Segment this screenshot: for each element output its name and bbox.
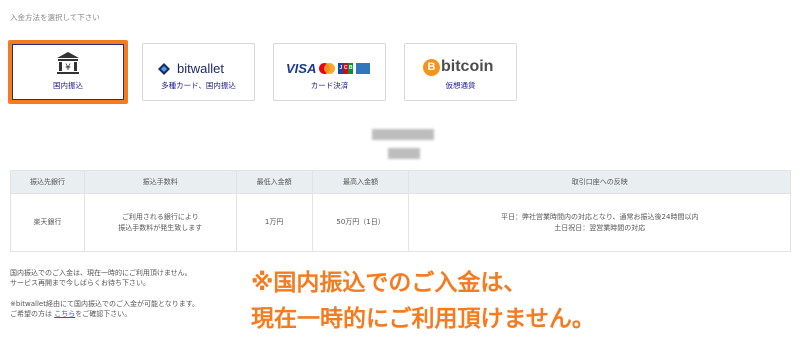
- cell-max: 50万円（1日）: [311, 193, 410, 252]
- note-line-4-suffix: をご確認下さい。: [75, 310, 132, 318]
- header-min-deposit: 最低入金額: [235, 170, 313, 194]
- bitcoin-logo: B bitcoin: [423, 58, 493, 76]
- deposit-info-table: 振込先銀行 振込手数料 最低入金額 最高入金額 取引口座への反映 楽天銀行 ご利…: [10, 170, 791, 252]
- bitcoin-logo-text: bitcoin: [441, 58, 494, 75]
- reflection-line-2: 土日祝日：翌営業時間の対応: [554, 223, 646, 232]
- bitwallet-info-link[interactable]: こちら: [54, 310, 75, 318]
- method-bitwallet[interactable]: bitwallet 多種カード、国内振込: [142, 43, 255, 101]
- visa-logo: VISA: [286, 61, 317, 76]
- yen-glyph: ¥: [65, 63, 71, 73]
- method-bitwallet-label: 多種カード、国内振込: [161, 81, 236, 90]
- payment-method-instruction: 入金方法を選択して下さい: [10, 13, 100, 22]
- method-bank-transfer[interactable]: ¥ 国内振込: [8, 40, 128, 104]
- fee-line-2: 振込手数料が発生致します: [118, 223, 203, 232]
- note-line-4: ご希望の方は こちらをご確認下さい。: [10, 309, 199, 319]
- bank-icon: ¥: [57, 52, 79, 74]
- note-line-3: ※bitwallet経由にて国内振込でのご入金が可能となります。: [10, 300, 200, 308]
- header-transfer-fee: 振込手数料: [83, 170, 237, 194]
- method-bitcoin-label: 仮想通貨: [445, 81, 476, 90]
- fee-line-1: ご利用される銀行により: [121, 212, 199, 221]
- bitwallet-logo: bitwallet: [157, 61, 224, 76]
- method-card-label: カード決済: [310, 81, 349, 90]
- jcb-letter-b: B: [348, 63, 354, 74]
- reflection-line-1: 平日：弊社営業時間内の対応となり、通常お振込後24時間以内: [501, 212, 699, 221]
- cell-bank: 楽天銀行: [10, 193, 85, 252]
- notice-line-2: 現在一時的にご利用頂けません。: [251, 306, 595, 332]
- cell-min: 1万円: [235, 193, 313, 252]
- method-bank-label: 国内振込: [53, 81, 83, 90]
- mastercard-icon: [319, 63, 336, 74]
- header-destination-bank: 振込先銀行: [10, 170, 85, 194]
- notes-bitwallet: ※bitwallet経由にて国内振込でのご入金が可能となります。 ご希望の方は …: [10, 299, 199, 319]
- cell-fee: ご利用される銀行により 振込手数料が発生致します: [83, 193, 237, 252]
- header-max-deposit: 最高入金額: [311, 170, 410, 194]
- bitwallet-logo-text: bitwallet: [177, 61, 224, 76]
- cell-reflection: 平日：弊社営業時間内の対応となり、通常お振込後24時間以内 土日祝日：翌営業時間…: [408, 193, 791, 252]
- header-account-reflection: 取引口座への反映: [408, 170, 791, 194]
- bitcoin-coin-icon: B: [423, 58, 440, 76]
- card-brand-logos: VISA J C B: [286, 61, 371, 76]
- note-line-1: 国内振込でのご入金は、現在一時的にご利用頂けません。: [10, 269, 192, 277]
- table-row: 楽天銀行 ご利用される銀行により 振込手数料が発生致します 1万円 50万円（1…: [10, 193, 791, 252]
- jcb-icon: J C B: [338, 63, 354, 74]
- note-line-2: サービス再開まで今しばらくお待ち下さい。: [10, 279, 150, 287]
- method-card[interactable]: VISA J C B カード決済: [273, 43, 386, 101]
- note-line-4-prefix: ご希望の方は: [10, 310, 52, 318]
- table-header-row: 振込先銀行 振込手数料 最低入金額 最高入金額 取引口座への反映: [10, 170, 791, 194]
- notice-line-1: ※国内振込でのご入金は、: [251, 270, 527, 296]
- notes-suspension: 国内振込でのご入金は、現在一時的にご利用頂けません。 サービス再開まで今しばらく…: [10, 268, 192, 288]
- method-bitcoin[interactable]: B bitcoin 仮想通貨: [404, 43, 517, 101]
- bitwallet-mark-icon: [158, 62, 170, 75]
- amex-icon: [356, 63, 371, 74]
